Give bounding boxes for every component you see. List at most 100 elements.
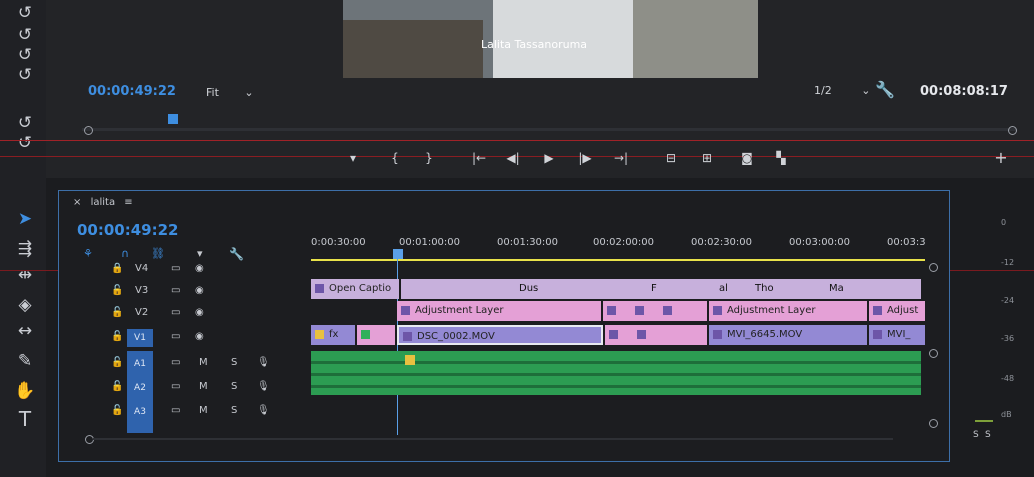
sync-icon[interactable]: ▭ (171, 307, 180, 318)
play-icon[interactable]: ▶ (540, 150, 558, 166)
microphone-icon[interactable]: 🎙 (257, 381, 270, 392)
mute-button[interactable]: M (199, 381, 208, 392)
lock-icon[interactable]: 🔓 (111, 357, 123, 368)
video-preview: Lalita Tassanoruma (343, 0, 758, 78)
clip-caption-track[interactable]: Dus F al Tho Ma (401, 279, 921, 299)
mute-button[interactable]: M (199, 357, 208, 368)
track-header-a2: 🔓 ▭ M S 🎙 (111, 381, 311, 401)
scroll-handle[interactable] (929, 263, 938, 272)
panel-menu-icon[interactable]: ≡ (124, 197, 132, 208)
sync-icon[interactable]: ▭ (171, 405, 180, 416)
eye-icon[interactable]: ◉ (195, 285, 204, 296)
clip-adjustment-layer[interactable] (603, 301, 707, 321)
clip-video[interactable]: fx (311, 325, 355, 345)
clip-dsc-0002[interactable]: DSC_0002.MOV (397, 325, 603, 345)
clip-video[interactable] (357, 325, 395, 345)
undo-icon[interactable]: ↺ (14, 24, 36, 46)
microphone-icon[interactable]: 🎙 (257, 405, 270, 416)
clip-mvi[interactable]: MVI_ (869, 325, 925, 345)
resolution-dropdown[interactable]: 1/2 ⌄ (814, 84, 870, 97)
undo-icon[interactable]: ↺ (14, 64, 36, 86)
timeline-settings-wrench-icon[interactable]: 🔧 (229, 247, 244, 261)
step-forward-icon[interactable]: |▶ (576, 150, 594, 166)
clip-adjustment-layer[interactable]: Adjust (869, 301, 925, 321)
clip-adjustment-layer[interactable]: Adjustment Layer (397, 301, 601, 321)
export-frame-camera-icon[interactable]: ◙ (738, 150, 756, 166)
linked-selection-icon[interactable]: ⛓ (151, 247, 165, 260)
sync-icon[interactable]: ▭ (171, 331, 180, 342)
undo-icon[interactable]: ↺ (14, 132, 36, 154)
lock-icon[interactable]: 🔓 (111, 381, 123, 392)
scroll-handle[interactable] (929, 349, 938, 358)
ruler-tick-label: 00:02:00:00 (593, 237, 655, 248)
timeline-timecode[interactable]: 00:00:49:22 (77, 221, 179, 239)
mark-in-icon[interactable]: { (386, 150, 404, 166)
eye-icon[interactable]: ◉ (195, 263, 204, 274)
extract-icon[interactable]: ⊞ (698, 150, 716, 166)
eye-icon[interactable]: ◉ (195, 331, 204, 342)
sync-icon[interactable]: ▭ (171, 285, 180, 296)
scrub-start-handle[interactable] (84, 126, 93, 135)
solo-button[interactable]: S (231, 405, 237, 416)
lock-icon[interactable]: 🔒 (111, 263, 123, 274)
sync-icon[interactable]: ▭ (171, 263, 180, 274)
timeline-playhead-head[interactable] (393, 249, 403, 259)
undo-icon[interactable]: ↺ (14, 44, 36, 66)
solo-button[interactable]: S (231, 381, 237, 392)
slip-tool-icon[interactable]: ↔ (14, 320, 36, 342)
hand-tool-icon[interactable]: ✋ (14, 380, 36, 402)
selection-tool-icon[interactable]: ➤ (14, 208, 36, 230)
track-select-tool-icon[interactable]: ⇶ (14, 238, 36, 260)
pen-tool-icon[interactable]: ✎ (14, 350, 36, 372)
clip-mvi-6645[interactable]: MVI_6645.MOV (709, 325, 867, 345)
program-timecode[interactable]: 00:00:49:22 (88, 84, 176, 99)
mute-button[interactable]: M (199, 405, 208, 416)
mark-out-icon[interactable]: } (420, 150, 438, 166)
add-marker-icon[interactable]: ▾ (344, 150, 362, 166)
ruler-tick-label: 00:03:00:00 (789, 237, 851, 248)
eye-icon[interactable]: ◉ (195, 307, 204, 318)
solo-right-button[interactable]: S (985, 430, 991, 440)
undo-icon[interactable]: ↺ (14, 112, 36, 134)
nest-icon[interactable]: ⚘ (83, 247, 93, 260)
sync-icon[interactable]: ▭ (171, 381, 180, 392)
lock-icon[interactable]: 🔓 (111, 307, 123, 318)
go-to-in-icon[interactable]: |← (470, 150, 488, 166)
add-button-icon[interactable]: + (992, 150, 1010, 166)
undo-icon[interactable]: ↺ (14, 2, 36, 24)
audio-clip[interactable] (311, 351, 921, 395)
db-label: -12 (1001, 258, 1015, 267)
solo-left-button[interactable]: S (973, 430, 979, 440)
snap-magnet-icon[interactable]: ∩ (121, 247, 129, 260)
lock-icon[interactable]: 🔓 (111, 285, 123, 296)
sequence-tab[interactable]: × lalita ≡ (73, 197, 133, 208)
type-tool-icon[interactable]: T (14, 408, 36, 430)
fit-dropdown[interactable]: Fit ⌄ (206, 86, 254, 99)
microphone-icon[interactable]: 🎙 (257, 357, 270, 368)
resolution-label: 1/2 (814, 84, 832, 97)
clip-adjustment-layer[interactable]: Adjustment Layer (709, 301, 867, 321)
go-to-out-icon[interactable]: →| (612, 150, 630, 166)
lift-icon[interactable]: ⊟ (662, 150, 680, 166)
comparison-view-icon[interactable]: ▚ (772, 150, 790, 166)
monitor-scrub-bar[interactable] (82, 128, 1016, 131)
close-icon[interactable]: × (73, 197, 81, 208)
scrub-end-handle[interactable] (1008, 126, 1017, 135)
timeline-zoom-bar[interactable] (93, 438, 893, 440)
scroll-handle[interactable] (929, 419, 938, 428)
solo-button[interactable]: S (231, 357, 237, 368)
track-header-v4: 🔒 V4 ▭ ◉ (111, 263, 311, 283)
divider (0, 140, 1034, 141)
work-area-bar[interactable] (311, 259, 925, 261)
step-back-icon[interactable]: ◀| (504, 150, 522, 166)
monitor-playhead[interactable] (168, 114, 178, 124)
settings-wrench-icon[interactable]: 🔧 (875, 80, 895, 99)
clip-video[interactable] (605, 325, 707, 345)
add-marker-icon[interactable]: ▾ (197, 247, 203, 260)
clip-open-caption[interactable]: Open Captio (311, 279, 399, 299)
sync-icon[interactable]: ▭ (171, 357, 180, 368)
razor-tool-icon[interactable]: ◈ (14, 294, 36, 316)
ripple-edit-tool-icon[interactable]: ⇹ (14, 264, 36, 286)
lock-icon[interactable]: 🔓 (111, 405, 123, 416)
lock-icon[interactable]: 🔓 (111, 331, 123, 342)
